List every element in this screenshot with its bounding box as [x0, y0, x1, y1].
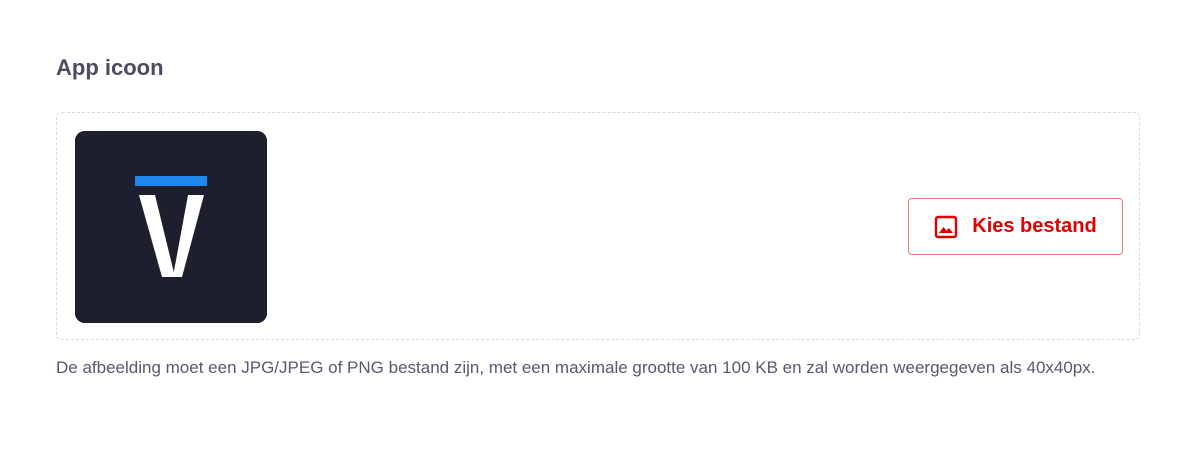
icon-upload-dropzone[interactable]: Kies bestand [56, 112, 1140, 340]
upload-help-text: De afbeelding moet een JPG/JPEG of PNG b… [56, 358, 1096, 377]
section-title: App icoon [56, 55, 164, 80]
choose-file-button[interactable]: Kies bestand [908, 198, 1123, 255]
app-icon-preview [75, 131, 267, 323]
v-logo-icon [75, 131, 267, 323]
choose-file-label: Kies bestand [972, 215, 1097, 237]
image-icon [934, 215, 958, 239]
